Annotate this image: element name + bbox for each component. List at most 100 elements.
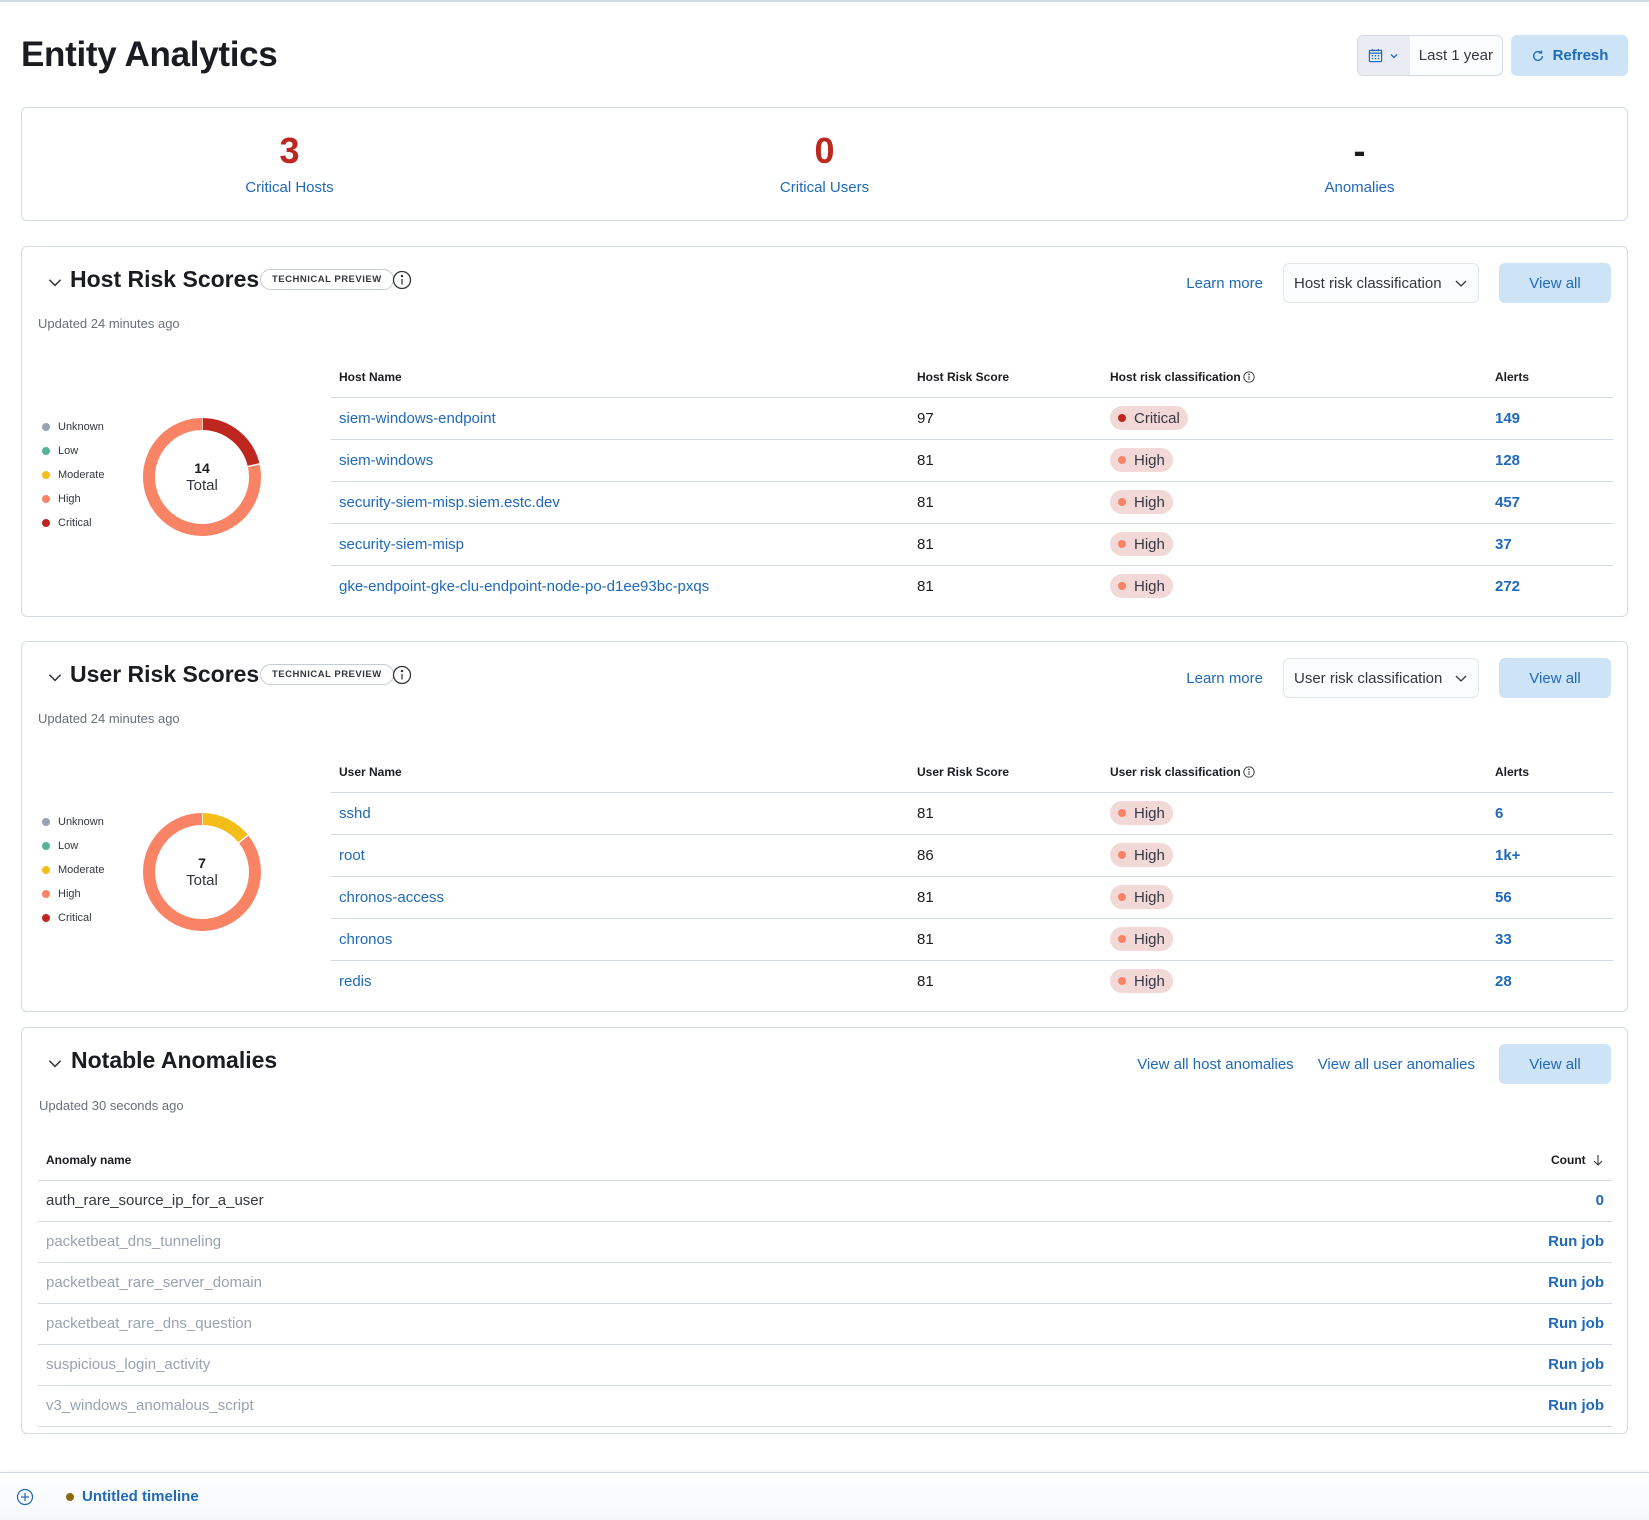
info-icon[interactable]: [392, 665, 412, 685]
alerts-count-link[interactable]: 33: [1495, 931, 1512, 948]
run-job-link[interactable]: Run job: [1241, 1303, 1612, 1345]
column-header[interactable]: User Risk Score: [909, 752, 1102, 793]
column-header[interactable]: Host Risk Score: [909, 357, 1102, 398]
alerts-count-link[interactable]: 37: [1495, 536, 1512, 553]
info-icon[interactable]: [1243, 371, 1255, 383]
alerts-count-link[interactable]: 28: [1495, 973, 1512, 990]
entity-name-cell: siem-windows: [331, 439, 909, 482]
legend-label: High: [58, 493, 81, 505]
risk-classification-badge: High: [1110, 801, 1173, 825]
column-header[interactable]: Host risk classification: [1102, 357, 1487, 398]
legend-item: Moderate: [42, 858, 104, 882]
legend-label: Critical: [58, 912, 92, 924]
alerts-count-link[interactable]: 56: [1495, 889, 1512, 906]
entity-name-link[interactable]: security-siem-misp: [339, 536, 464, 553]
run-job-link[interactable]: Run job: [1241, 1385, 1612, 1427]
column-header[interactable]: Host Name: [331, 357, 909, 398]
host-risk-donut: 14 Total: [142, 417, 262, 537]
entity-name-link[interactable]: security-siem-misp.siem.estc.dev: [339, 494, 560, 511]
view-all-button[interactable]: View all: [1499, 1044, 1611, 1084]
alerts-count-link[interactable]: 6: [1495, 805, 1503, 822]
anomaly-name: suspicious_login_activity: [38, 1344, 1242, 1386]
column-header-count[interactable]: Count: [1241, 1140, 1612, 1181]
host-risk-classification-select[interactable]: Host risk classification: [1283, 263, 1479, 303]
learn-more-link[interactable]: Learn more: [1186, 275, 1263, 292]
user-risk-donut: 7 Total: [142, 812, 262, 932]
calendar-icon: [1369, 48, 1383, 63]
risk-level-dot: [1118, 540, 1126, 548]
table-row: security-siem-misp.siem.estc.dev 81 High…: [331, 481, 1613, 524]
refresh-button[interactable]: Refresh: [1511, 35, 1628, 76]
entity-name-link[interactable]: gke-endpoint-gke-clu-endpoint-node-po-d1…: [339, 578, 709, 595]
alerts-cell: 37: [1487, 523, 1613, 566]
run-job-link[interactable]: Run job: [1241, 1221, 1612, 1263]
info-icon[interactable]: [1243, 766, 1255, 778]
donut-total: 14: [194, 459, 210, 476]
section-header: User Risk Scores TECHNICAL PREVIEW Learn…: [22, 642, 1627, 712]
entity-name-link[interactable]: chronos-access: [339, 889, 444, 906]
risk-classification-badge: High: [1110, 885, 1173, 909]
timeline-name-link[interactable]: Untitled timeline: [82, 1488, 199, 1505]
select-value: User risk classification: [1294, 669, 1443, 687]
page-header: Entity Analytics Last 1 year Refresh: [21, 32, 1628, 82]
entity-name-link[interactable]: siem-windows-endpoint: [339, 410, 496, 427]
table-row: root 86 High 1k+: [331, 834, 1613, 877]
column-header[interactable]: Alerts: [1487, 357, 1613, 398]
page-title: Entity Analytics: [21, 35, 278, 74]
risk-level-label: High: [1134, 535, 1165, 553]
anomalies-table: Anomaly name Count auth_rare_source_ip_f…: [38, 1140, 1612, 1427]
risk-classification-badge: High: [1110, 532, 1173, 556]
info-icon[interactable]: [392, 270, 412, 290]
column-header[interactable]: User risk classification: [1102, 752, 1487, 793]
kpi-label-link[interactable]: Critical Users: [780, 179, 869, 196]
column-header-label: User risk classification: [1110, 764, 1241, 779]
column-header[interactable]: User Name: [331, 752, 909, 793]
entity-name-link[interactable]: chronos: [339, 931, 392, 948]
legend-item: Moderate: [42, 463, 104, 487]
entity-name-link[interactable]: siem-windows: [339, 452, 433, 469]
alerts-count-link[interactable]: 457: [1495, 494, 1520, 511]
entity-name-link[interactable]: sshd: [339, 805, 371, 822]
alerts-count-link[interactable]: 149: [1495, 410, 1520, 427]
kpi-label-link[interactable]: Critical Hosts: [245, 179, 333, 196]
view-all-button[interactable]: View all: [1499, 658, 1611, 698]
risk-level-dot: [1118, 498, 1126, 506]
legend-dot: [42, 471, 50, 479]
learn-more-link[interactable]: Learn more: [1186, 670, 1263, 687]
add-timeline-icon[interactable]: [16, 1488, 34, 1506]
column-header[interactable]: Alerts: [1487, 752, 1613, 793]
anomaly-count-link[interactable]: 0: [1241, 1180, 1612, 1222]
notable-anomalies-panel: Notable Anomalies View all host anomalie…: [21, 1027, 1628, 1434]
risk-level-dot: [1118, 935, 1126, 943]
chevron-down-icon[interactable]: [46, 1054, 64, 1072]
risk-level-label: High: [1134, 451, 1165, 469]
alerts-count-link[interactable]: 272: [1495, 578, 1520, 595]
entity-name-link[interactable]: root: [339, 847, 365, 864]
legend-item: High: [42, 487, 104, 511]
date-range-value[interactable]: Last 1 year: [1410, 36, 1502, 75]
date-quick-menu-button[interactable]: [1357, 36, 1410, 75]
view-all-host-anomalies-link[interactable]: View all host anomalies: [1137, 1056, 1293, 1073]
view-all-button[interactable]: View all: [1499, 263, 1611, 303]
alerts-count-link[interactable]: 128: [1495, 452, 1520, 469]
risk-level-label: High: [1134, 888, 1165, 906]
user-risk-table: User Name User Risk Score User risk clas…: [331, 752, 1613, 1002]
entity-name-link[interactable]: redis: [339, 973, 372, 990]
run-job-link[interactable]: Run job: [1241, 1262, 1612, 1304]
run-job-link[interactable]: Run job: [1241, 1344, 1612, 1386]
user-risk-classification-select[interactable]: User risk classification: [1283, 658, 1479, 698]
chevron-down-icon[interactable]: [46, 273, 64, 291]
view-all-user-anomalies-link[interactable]: View all user anomalies: [1318, 1056, 1475, 1073]
risk-level-dot: [1118, 809, 1126, 817]
table-row: sshd 81 High 6: [331, 792, 1613, 835]
kpi-label-link[interactable]: Anomalies: [1324, 179, 1394, 196]
alerts-count-link[interactable]: 1k+: [1495, 847, 1520, 864]
chevron-down-icon[interactable]: [46, 668, 64, 686]
table-row: auth_rare_source_ip_for_a_user 0: [38, 1180, 1612, 1222]
risk-level-label: Critical: [1134, 409, 1180, 427]
kpi-value: 0: [814, 130, 835, 171]
column-header[interactable]: Anomaly name: [38, 1140, 1242, 1181]
alerts-cell: 457: [1487, 481, 1613, 524]
legend-item: Critical: [42, 906, 104, 930]
timeline-bar: Untitled timeline: [0, 1472, 1649, 1520]
